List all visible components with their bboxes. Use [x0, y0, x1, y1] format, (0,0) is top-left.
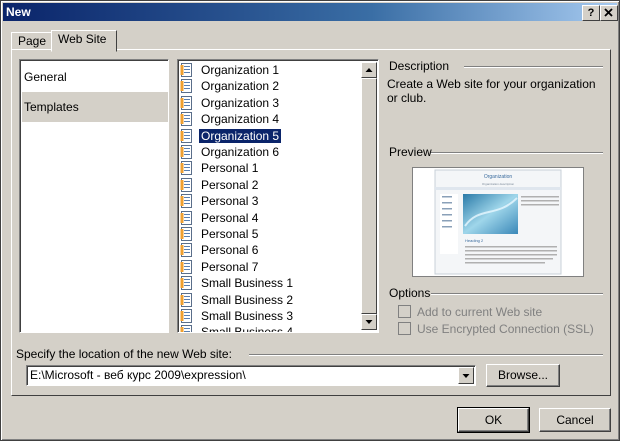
title-bar[interactable]: New ?: [3, 3, 618, 21]
dropdown-arrow-icon: [462, 374, 470, 378]
arrow-down-icon: [365, 320, 373, 324]
location-dropdown-button[interactable]: [458, 367, 474, 384]
template-item[interactable]: Personal 5: [180, 226, 260, 242]
template-item-label: Organization 2: [201, 79, 280, 94]
web-template-icon: [180, 177, 192, 192]
web-template-icon: [180, 210, 192, 225]
template-item[interactable]: Organization 2: [180, 78, 281, 94]
web-template-icon: [180, 95, 192, 110]
web-template-icon: [180, 309, 192, 323]
location-label: Specify the location of the new Web site…: [16, 347, 232, 361]
template-item[interactable]: Personal 2: [180, 177, 260, 193]
tab-web-site[interactable]: Web Site: [51, 30, 117, 52]
preview-thumbnail: Organization Organization description He…: [412, 167, 584, 277]
template-item[interactable]: Small Business 1: [180, 275, 295, 291]
help-button[interactable]: ?: [582, 5, 600, 21]
template-item-label: Organization 5: [199, 128, 282, 143]
template-item-label: Personal 7: [201, 259, 259, 274]
template-item-label: Personal 4: [201, 210, 259, 225]
web-template-icon: [180, 227, 192, 241]
options-heading: Options: [389, 286, 431, 300]
preview-separator: [431, 152, 603, 154]
options-separator: [431, 293, 603, 295]
template-item[interactable]: Personal 4: [180, 210, 260, 226]
template-item[interactable]: Organization 6: [180, 144, 281, 160]
add-to-current-option[interactable]: Add to current Web site: [398, 304, 542, 320]
use-ssl-option[interactable]: Use Encrypted Connection (SSL): [398, 321, 594, 337]
location-combobox[interactable]: E:\Microsoft - веб курс 2009\expression\: [26, 365, 476, 386]
template-item[interactable]: Organization 1: [180, 62, 281, 78]
template-item-label: Organization 3: [201, 95, 280, 110]
description-heading: Description: [389, 59, 450, 73]
scroll-up-button[interactable]: [361, 62, 377, 78]
template-item-label: Personal 1: [201, 161, 259, 176]
template-item-label: Small Business 1: [201, 276, 294, 291]
template-scrollbar[interactable]: [361, 62, 377, 330]
scroll-thumb[interactable]: [361, 78, 377, 314]
template-item[interactable]: Personal 3: [180, 193, 260, 209]
template-item[interactable]: Small Business 2: [180, 292, 295, 308]
close-icon: [604, 8, 613, 17]
location-value[interactable]: E:\Microsoft - веб курс 2009\expression\: [30, 368, 246, 382]
web-template-icon: [180, 145, 192, 159]
web-template-icon: [180, 79, 192, 94]
template-item[interactable]: Personal 1: [180, 160, 260, 176]
category-list: General Templates: [19, 59, 169, 333]
web-template-icon: [180, 325, 192, 332]
preview-site-subtitle: Organization description: [482, 182, 515, 186]
description-separator: [464, 66, 603, 68]
web-template-icon: [180, 259, 192, 274]
template-item-label: Personal 2: [201, 177, 259, 192]
window-title: New: [6, 5, 31, 19]
template-item-label: Small Business 3: [201, 309, 294, 323]
location-separator: [249, 354, 603, 356]
template-item[interactable]: Personal 6: [180, 242, 260, 258]
category-general[interactable]: General: [22, 62, 168, 92]
template-item[interactable]: Organization 3: [180, 95, 281, 111]
web-template-icon: [180, 161, 192, 176]
template-item-label: Personal 6: [201, 243, 259, 258]
web-template-icon: [180, 112, 192, 127]
template-item[interactable]: Personal 7: [180, 259, 260, 275]
preview-heading-2: Heading 2: [465, 238, 484, 243]
ok-button[interactable]: OK: [457, 407, 530, 433]
browse-button[interactable]: Browse...: [486, 364, 560, 387]
template-item-label: Small Business 4: [201, 325, 294, 333]
close-button[interactable]: [600, 5, 618, 21]
web-template-icon: [180, 276, 192, 291]
template-item[interactable]: Small Business 4: [180, 324, 295, 333]
description-text: Create a Web site for your organization …: [387, 77, 596, 105]
arrow-up-icon: [365, 68, 373, 72]
scroll-down-button[interactable]: [361, 314, 377, 330]
template-item-label: Personal 5: [201, 227, 259, 241]
template-item[interactable]: Small Business 3: [180, 308, 295, 324]
use-ssl-checkbox[interactable]: [398, 322, 411, 335]
template-item-label: Organization 4: [201, 112, 280, 127]
cancel-button[interactable]: Cancel: [539, 408, 611, 432]
template-preview-image: Organization Organization description He…: [413, 168, 583, 276]
add-to-current-label: Add to current Web site: [417, 305, 543, 319]
web-template-icon: [180, 63, 192, 77]
template-item[interactable]: Organization 5: [180, 128, 282, 144]
template-item-label: Small Business 2: [201, 292, 294, 307]
web-template-icon: [180, 243, 192, 258]
web-template-icon: [180, 292, 192, 307]
web-template-icon: [180, 128, 192, 143]
use-ssl-label: Use Encrypted Connection (SSL): [417, 322, 594, 336]
preview-heading: Preview: [389, 145, 432, 159]
category-templates[interactable]: Templates: [22, 92, 168, 122]
template-item[interactable]: Organization 4: [180, 111, 281, 127]
add-to-current-checkbox[interactable]: [398, 305, 411, 318]
preview-site-title: Organization: [484, 174, 513, 180]
template-item-label: Organization 1: [201, 63, 280, 77]
new-dialog: New ? Page Web Site General Templates Or…: [0, 0, 620, 441]
template-item-label: Organization 6: [201, 145, 280, 159]
template-list: Organization 1 Organization 2 Organization…: [177, 59, 379, 333]
template-item-label: Personal 3: [201, 194, 259, 209]
web-template-icon: [180, 194, 192, 209]
